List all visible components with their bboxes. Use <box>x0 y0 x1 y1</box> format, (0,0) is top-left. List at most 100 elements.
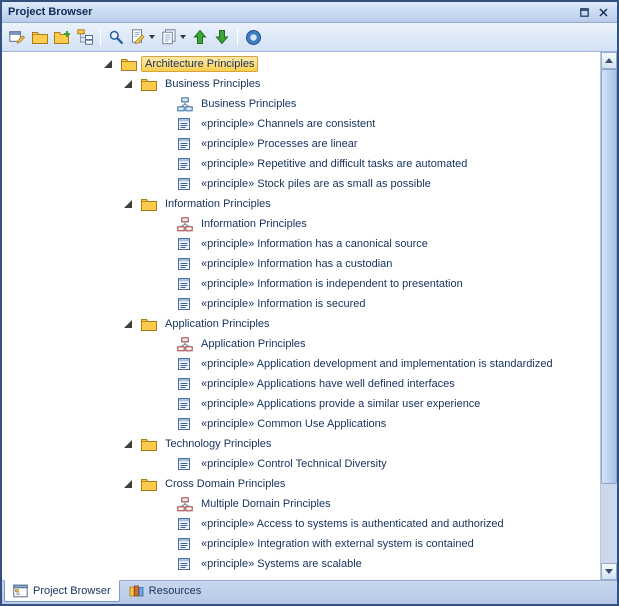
tree-item-label[interactable]: «principle» Integration with external sy… <box>197 536 478 552</box>
tree-item-label[interactable]: «principle» Information is independent t… <box>197 276 467 292</box>
move-down-button[interactable] <box>211 26 233 48</box>
tree-item-label[interactable]: «principle» Processes are linear <box>197 136 362 152</box>
tree-item-label[interactable]: «principle» Applications have well defin… <box>197 376 459 392</box>
folder-icon <box>141 318 157 331</box>
principle-icon <box>177 357 191 371</box>
principle-icon <box>177 457 191 471</box>
tree-item[interactable]: Cross Domain Principles <box>2 474 600 494</box>
tree-item-label[interactable]: Business Principles <box>161 76 264 92</box>
tree-item[interactable]: «principle» Applications have well defin… <box>2 374 600 394</box>
tree-item[interactable]: Information Principles <box>2 194 600 214</box>
expand-toggle[interactable] <box>124 80 141 88</box>
move-up-button[interactable] <box>189 26 211 48</box>
tree-item-label[interactable]: Business Principles <box>197 96 300 112</box>
close-icon <box>599 8 608 17</box>
tree-item[interactable]: Application Principles <box>2 314 600 334</box>
tree-item-icon-slot <box>177 457 197 471</box>
find-in-browser-button[interactable] <box>105 26 127 48</box>
diagram-red-icon <box>177 217 193 232</box>
tree-item-icon-slot <box>177 297 197 311</box>
tree-item[interactable]: «principle» Application development and … <box>2 354 600 374</box>
dropdown-arrow-icon[interactable] <box>149 35 155 39</box>
tab-resources[interactable]: Resources <box>120 580 211 602</box>
tree-item-label[interactable]: «principle» Application development and … <box>197 356 557 372</box>
tree-item-label[interactable]: «principle» Information has a canonical … <box>197 236 432 252</box>
tree-item-label[interactable]: «principle» Control Technical Diversity <box>197 456 391 472</box>
float-button[interactable] <box>576 5 592 19</box>
tree-item[interactable]: «principle» Information has a canonical … <box>2 234 600 254</box>
tree-item-label[interactable]: Information Principles <box>197 216 311 232</box>
dropdown-arrow-icon[interactable] <box>180 35 186 39</box>
close-button[interactable] <box>595 5 611 19</box>
tree-item[interactable]: «principle» Repetitive and difficult tas… <box>2 154 600 174</box>
tree-item[interactable]: «principle» Control Technical Diversity <box>2 454 600 474</box>
vertical-scrollbar[interactable] <box>600 52 617 580</box>
tree-item[interactable]: «principle» Access to systems is authent… <box>2 514 600 534</box>
tree-item-icon-slot <box>141 78 161 91</box>
expand-toggle[interactable] <box>124 440 141 448</box>
tree-item-label[interactable]: «principle» Information is secured <box>197 296 369 312</box>
tree: Architecture Principles Business Principl… <box>2 52 600 580</box>
tree-item-label[interactable]: «principle» Access to systems is authent… <box>197 516 508 532</box>
scroll-up-button[interactable] <box>601 52 617 69</box>
tree-item[interactable]: «principle» Processes are linear <box>2 134 600 154</box>
new-model-button[interactable] <box>6 26 29 48</box>
tree-item[interactable]: «principle» Integration with external sy… <box>2 534 600 554</box>
tree-item-label[interactable]: «principle» Systems are scalable <box>197 556 366 572</box>
toolbar <box>2 23 617 52</box>
tab-project-browser[interactable]: Project Browser <box>4 580 120 602</box>
tree-item-label[interactable]: Multiple Domain Principles <box>197 496 335 512</box>
scroll-down-button[interactable] <box>601 563 617 580</box>
tree-item[interactable]: «principle» Channels are consistent <box>2 114 600 134</box>
tree-item[interactable]: Information Principles <box>2 214 600 234</box>
new-package-icon <box>32 31 48 44</box>
tree-item-label[interactable]: «principle» Applications provide a simil… <box>197 396 484 412</box>
principle-icon <box>177 297 191 311</box>
expanded-triangle-icon <box>124 80 132 88</box>
tree-item[interactable]: «principle» Applications provide a simil… <box>2 394 600 414</box>
tree-item-label[interactable]: Information Principles <box>161 196 275 212</box>
new-diagram-button[interactable] <box>127 26 158 48</box>
tree-item[interactable]: «principle» Stock piles are as small as … <box>2 174 600 194</box>
principle-icon <box>177 137 191 151</box>
new-package-button[interactable] <box>29 26 51 48</box>
tree-item[interactable]: Business Principles <box>2 74 600 94</box>
tree-item[interactable]: Technology Principles <box>2 434 600 454</box>
new-child-package-button[interactable] <box>51 26 74 48</box>
tree-item-label[interactable]: Application Principles <box>161 316 274 332</box>
tree-item[interactable]: «principle» Information is secured <box>2 294 600 314</box>
expand-toggle[interactable] <box>124 480 141 488</box>
principle-icon <box>177 377 191 391</box>
tree-item[interactable]: Application Principles <box>2 334 600 354</box>
expand-toggle[interactable] <box>104 60 121 68</box>
tree-item-label[interactable]: «principle» Stock piles are as small as … <box>197 176 435 192</box>
content-area: Architecture Principles Business Principl… <box>2 52 617 580</box>
tree-item-label[interactable]: «principle» Information has a custodian <box>197 256 396 272</box>
tree-item[interactable]: «principle» Information has a custodian <box>2 254 600 274</box>
expand-toggle[interactable] <box>124 320 141 328</box>
tree-item-label[interactable]: «principle» Channels are consistent <box>197 116 379 132</box>
help-button[interactable] <box>242 26 265 48</box>
scrollbar-thumb[interactable] <box>601 69 617 484</box>
package-browser-button[interactable] <box>74 26 96 48</box>
tree-item-label[interactable]: «principle» Common Use Applications <box>197 416 390 432</box>
tree-item[interactable]: Multiple Domain Principles <box>2 494 600 514</box>
scrollbar-track[interactable] <box>601 69 617 563</box>
expand-toggle[interactable] <box>124 200 141 208</box>
tree-item-label[interactable]: «principle» Repetitive and difficult tas… <box>197 156 471 172</box>
tree-item-label[interactable]: Architecture Principles <box>141 56 258 72</box>
documentation-button[interactable] <box>158 26 189 48</box>
titlebar[interactable]: Project Browser <box>2 2 617 23</box>
diagram-red-icon <box>177 337 193 352</box>
tree-item-label[interactable]: Cross Domain Principles <box>161 476 289 492</box>
tree-item-label[interactable]: Application Principles <box>197 336 310 352</box>
folder-icon <box>141 78 157 91</box>
tree-item-label[interactable]: Technology Principles <box>161 436 275 452</box>
tree-item[interactable]: «principle» Common Use Applications <box>2 414 600 434</box>
tree-item[interactable]: Architecture Principles <box>2 54 600 74</box>
tree-item[interactable]: «principle» Systems are scalable <box>2 554 600 574</box>
tree-item[interactable]: «principle» Information is independent t… <box>2 274 600 294</box>
tree-item-icon-slot <box>141 438 161 451</box>
tree-item[interactable]: Business Principles <box>2 94 600 114</box>
scroll-up-arrow-icon <box>605 58 613 63</box>
